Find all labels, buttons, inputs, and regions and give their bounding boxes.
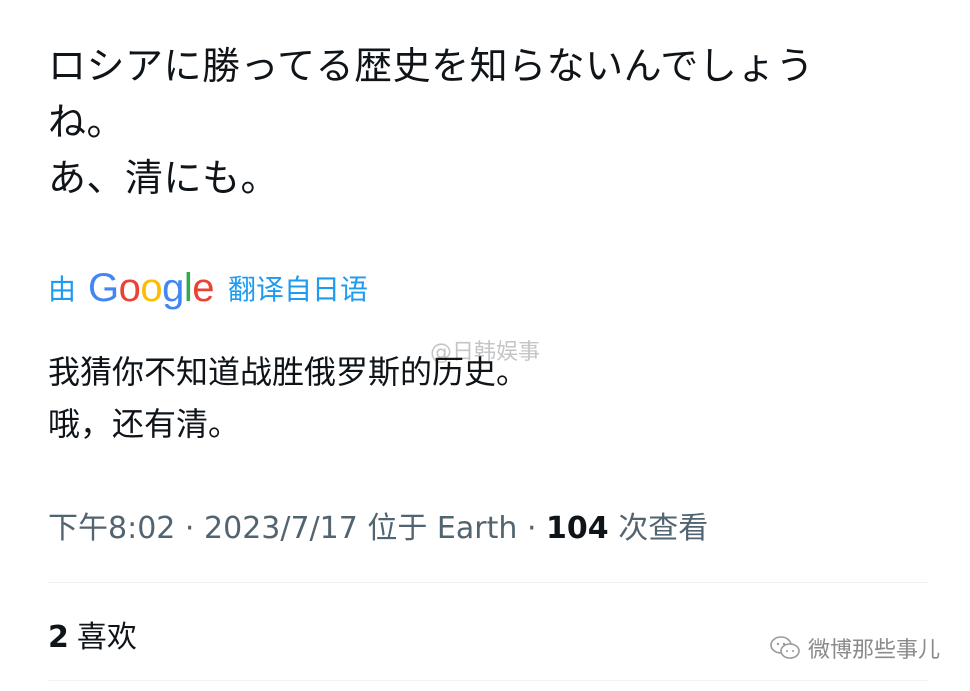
translation-prefix: 由 (48, 273, 77, 306)
views-count: 104 (546, 511, 609, 546)
likes-link[interactable]: 2 喜欢 (48, 612, 137, 656)
views-label: 次查看 (618, 511, 709, 546)
likes-count: 2 (48, 620, 69, 655)
divider (48, 680, 928, 681)
translation-source-label: 翻译自日语 (228, 273, 369, 306)
translated-text: 我猜你不知道战胜俄罗斯的历史。 哦，还有清。 (48, 346, 528, 450)
meta-separator: · (184, 511, 195, 546)
translated-line: 哦，还有清。 (48, 405, 241, 443)
tweet-meta: 下午8:02 · 2023/7/17 位于 Earth · 104 次查看 (48, 503, 708, 547)
watermark-bottom-text: 微博那些事儿 (807, 638, 940, 663)
meta-separator: · (526, 511, 537, 546)
wechat-icon (770, 636, 800, 659)
google-logo: Google (88, 266, 215, 310)
original-line: あ、清にも。 (48, 156, 280, 200)
tweet-body: ロシアに勝ってる歴史を知らないんでしょう ね。 あ、清にも。 (48, 38, 928, 206)
original-text: ロシアに勝ってる歴史を知らないんでしょう ね。 あ、清にも。 (48, 38, 928, 206)
likes-label: 喜欢 (76, 620, 137, 655)
post-date[interactable]: 2023/7/17 (204, 511, 358, 546)
watermark-bottom: 微博那些事儿 (770, 632, 940, 664)
post-time[interactable]: 下午8:02 (48, 511, 175, 546)
divider (48, 582, 928, 583)
translated-line: 我猜你不知道战胜俄罗斯的历史。 (48, 353, 529, 391)
original-line: ロシアに勝ってる歴史を知らないんでしょう (48, 44, 815, 88)
post-location: 位于 Earth (367, 511, 518, 546)
translation-attribution[interactable]: 由 Google 翻译自日语 (48, 268, 368, 308)
original-line: ね。 (48, 100, 126, 144)
